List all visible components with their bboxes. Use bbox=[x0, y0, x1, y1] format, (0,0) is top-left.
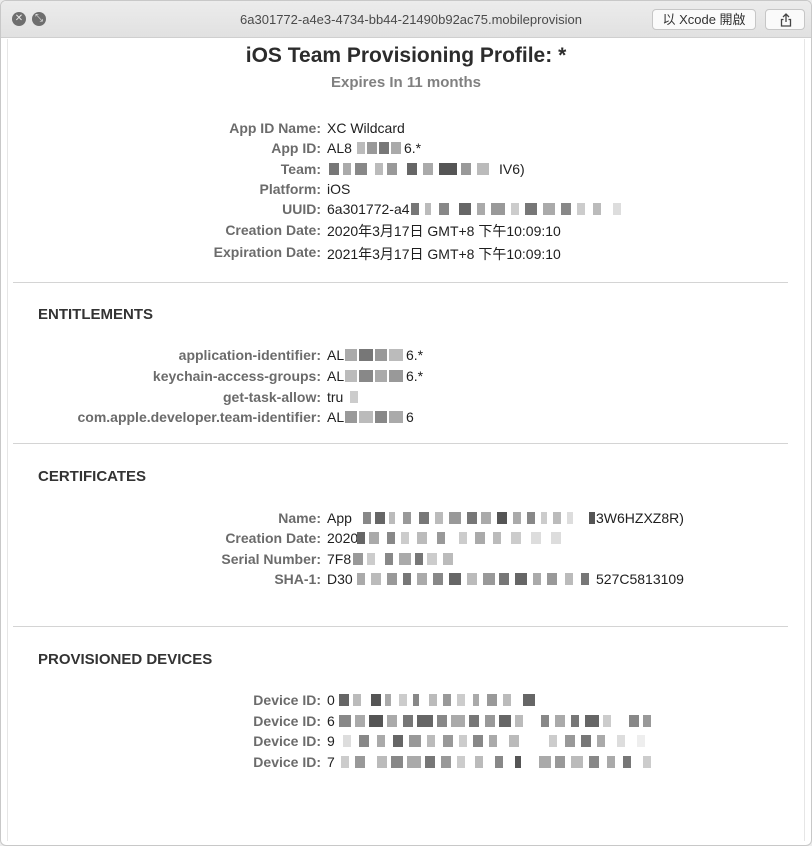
device-id-value: 7 bbox=[327, 753, 667, 771]
share-icon bbox=[780, 13, 792, 27]
device-id-value: 6 bbox=[327, 712, 667, 730]
divider bbox=[13, 443, 788, 444]
info-row-team: Team: bbox=[280, 161, 321, 177]
certificate-value: 7F8 bbox=[327, 550, 487, 568]
entitlement-value: AL 6 bbox=[327, 409, 414, 425]
info-row-expiration-date: Expiration Date: bbox=[213, 244, 321, 260]
entitlement-row: com.apple.developer.team-identifier: bbox=[77, 409, 321, 425]
entitlement-value: AL 6.* bbox=[327, 347, 424, 363]
quicklook-window: ✕ ⤡ 6a301772-a4e3-4734-bb44-21490b92ac75… bbox=[0, 0, 812, 846]
profile-content: iOS Team Provisioning Profile: * Expires… bbox=[7, 39, 805, 841]
info-value-app-id: AL8 6.* bbox=[327, 140, 422, 156]
device-row: Device ID: bbox=[253, 713, 321, 729]
certificate-value: 2020 bbox=[327, 529, 587, 547]
entitlement-value: AL 6.* bbox=[327, 368, 424, 384]
certificate-value: D30 527C5813109 bbox=[327, 571, 684, 587]
divider bbox=[13, 282, 788, 283]
entitlements-heading: ENTITLEMENTS bbox=[38, 306, 153, 323]
entitlement-value: tru bbox=[327, 388, 387, 406]
info-label: App ID Name: bbox=[229, 120, 321, 136]
entitlement-row: keychain-access-groups: bbox=[152, 368, 321, 384]
device-row: Device ID: bbox=[253, 754, 321, 770]
info-row-platform: Platform: bbox=[259, 181, 321, 197]
open-with-xcode-button[interactable]: 以 Xcode 開啟 bbox=[652, 9, 756, 30]
expiry-subtitle: Expires In 11 months bbox=[330, 74, 482, 91]
info-row-app-id-name: App ID Name: bbox=[8, 119, 321, 137]
entitlement-row: get-task-allow: bbox=[222, 389, 321, 405]
info-value-uuid: 6a301772-a4 bbox=[327, 200, 627, 218]
entitlement-row: application-identifier: bbox=[178, 347, 321, 363]
title-bar: ✕ ⤡ 6a301772-a4e3-4734-bb44-21490b92ac75… bbox=[1, 1, 811, 38]
certificates-heading: CERTIFICATES bbox=[38, 468, 147, 485]
certificate-row: Name: bbox=[278, 510, 321, 526]
device-id-value: 0 bbox=[327, 691, 567, 709]
page-title: iOS Team Provisioning Profile: * bbox=[245, 44, 567, 67]
info-value-team: IV6) bbox=[327, 160, 547, 178]
divider bbox=[13, 626, 788, 627]
info-row-uuid: UUID: bbox=[282, 201, 321, 217]
certificate-row: Serial Number: bbox=[221, 551, 321, 567]
certificate-value: App 3W6HZXZ8R) bbox=[327, 510, 684, 526]
device-row: Device ID: bbox=[253, 733, 321, 749]
device-id-value: 9 bbox=[327, 732, 667, 750]
info-row-app-id: App ID: bbox=[271, 140, 321, 156]
info-row-creation-date: Creation Date: bbox=[225, 222, 321, 238]
device-row: Device ID: bbox=[253, 692, 321, 708]
certificate-row: Creation Date: bbox=[225, 530, 321, 546]
share-button[interactable] bbox=[765, 9, 805, 30]
certificate-row: SHA-1: bbox=[274, 571, 321, 587]
provisioned-devices-heading: PROVISIONED DEVICES bbox=[38, 651, 213, 668]
